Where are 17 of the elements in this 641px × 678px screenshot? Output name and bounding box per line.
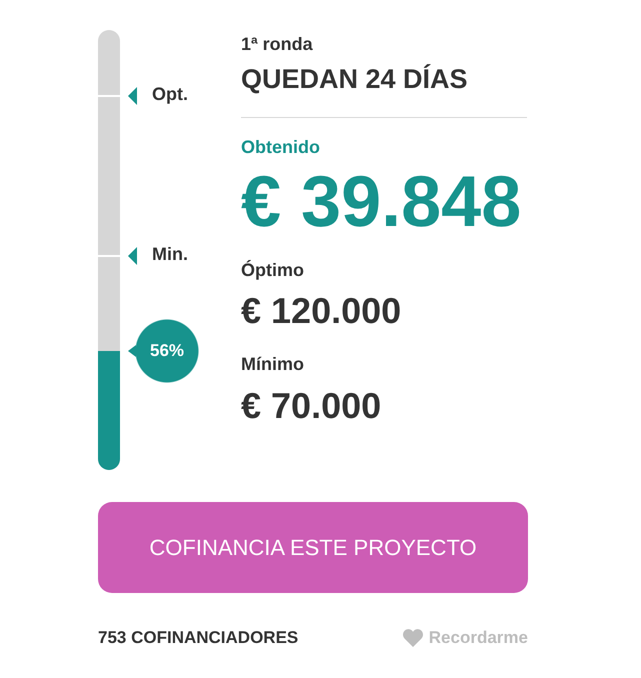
marker-label: Opt. bbox=[152, 85, 188, 103]
goal-amount: € 70.000 bbox=[241, 384, 382, 428]
goal-amount: € 120.000 bbox=[241, 289, 402, 332]
backers-count: 753 COFINANCIADORES bbox=[98, 628, 298, 648]
raised-amount: € 39.848 bbox=[241, 166, 522, 238]
raised-label: Obtenido bbox=[241, 136, 321, 159]
heart-icon bbox=[402, 629, 423, 647]
round-label: 1ª ronda bbox=[241, 34, 314, 56]
goal-label: Óptimo bbox=[241, 260, 305, 282]
remember-link[interactable]: Recordarme bbox=[402, 628, 528, 648]
percent-badge: 56% bbox=[128, 319, 199, 384]
cofinance-button[interactable]: COFINANCIA ESTE PROYECTO bbox=[98, 502, 528, 593]
triangle-marker-icon bbox=[128, 87, 137, 105]
days-remaining: QUEDAN 24 DÍAS bbox=[241, 62, 469, 95]
triangle-marker-icon bbox=[128, 247, 137, 265]
marker-label: Min. bbox=[152, 245, 188, 263]
goal-label: Mínimo bbox=[241, 354, 305, 376]
